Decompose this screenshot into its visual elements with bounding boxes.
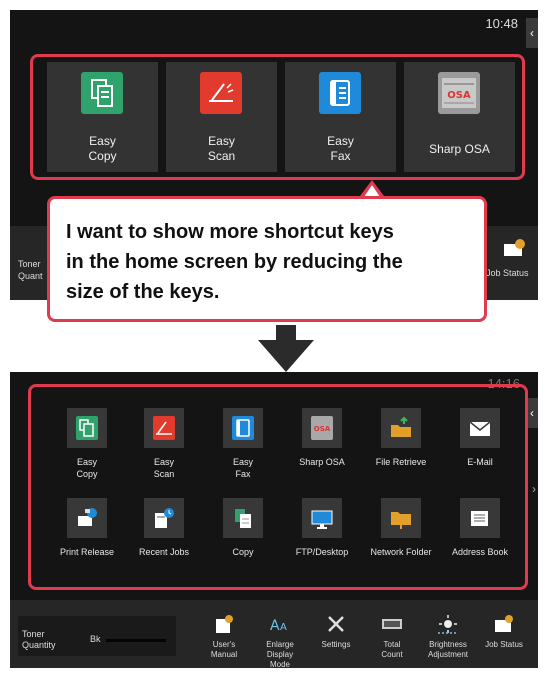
bk-toner-bar: [106, 639, 166, 642]
toner-line2: Quantity: [22, 640, 56, 650]
manual-icon: [214, 614, 234, 634]
enlarge-display-mode-button[interactable]: AA Enlarge Display Mode: [252, 610, 308, 668]
job-status-icon[interactable]: [502, 238, 526, 258]
settings-icon: [326, 614, 346, 634]
job-status-button[interactable]: Job Status: [476, 610, 532, 668]
highlight-frame: [28, 384, 528, 590]
callout-line2: in the home screen by reducing the: [66, 251, 403, 273]
brightness-adjustment-button[interactable]: Brightness Adjustment: [420, 610, 476, 668]
btn-line1: Brightness: [429, 640, 467, 649]
callout-line1: I want to show more shortcut keys: [66, 221, 394, 243]
btn-line1: User's: [212, 640, 236, 649]
toner-line2: Quant: [18, 271, 43, 281]
down-arrow-icon: [258, 340, 314, 372]
counter-icon: [382, 614, 402, 634]
btn-line1: Total: [383, 640, 401, 649]
down-arrow-shaft: [276, 325, 296, 341]
toner-line1: Toner: [18, 259, 41, 269]
btn-line2: Adjustment: [427, 650, 469, 659]
btn-line1: Settings: [321, 640, 351, 649]
svg-text:A: A: [280, 622, 287, 633]
toner-label: Toner Quant: [18, 258, 43, 282]
toner-quantity-panel: Toner Quantity Bk: [18, 616, 176, 656]
btn-line3: Mode: [269, 660, 290, 668]
bk-label: Bk: [90, 634, 101, 644]
job-status-label[interactable]: Job Status: [486, 268, 529, 278]
btn-line2: Manual: [210, 650, 238, 659]
btn-line1: Job Status: [485, 640, 523, 649]
btn-line2: Display: [266, 650, 294, 659]
btn-line2: Count: [381, 650, 403, 659]
job-status-icon: [494, 614, 514, 634]
clock: 10:48: [485, 16, 518, 31]
callout-box: I want to show more shortcut keys in the…: [47, 196, 487, 322]
settings-button[interactable]: Settings: [308, 610, 364, 668]
callout-line3: size of the keys.: [66, 281, 220, 303]
btn-line1: Enlarge: [266, 640, 294, 649]
next-page-arrow-icon[interactable]: ›: [532, 482, 536, 496]
toner-line1: Toner: [22, 629, 45, 639]
brightness-icon: [438, 614, 458, 634]
highlight-frame: [30, 54, 525, 180]
users-manual-button[interactable]: User's Manual: [196, 610, 252, 668]
svg-text:A: A: [270, 618, 280, 634]
side-panel-tab[interactable]: ‹: [526, 18, 538, 48]
total-count-button[interactable]: Total Count: [364, 610, 420, 668]
home-screen-after: 14:16 ‹ › Easy Copy Easy Scan Easy Fax OSA …: [10, 372, 538, 668]
enlarge-text-icon: AA: [270, 614, 290, 634]
